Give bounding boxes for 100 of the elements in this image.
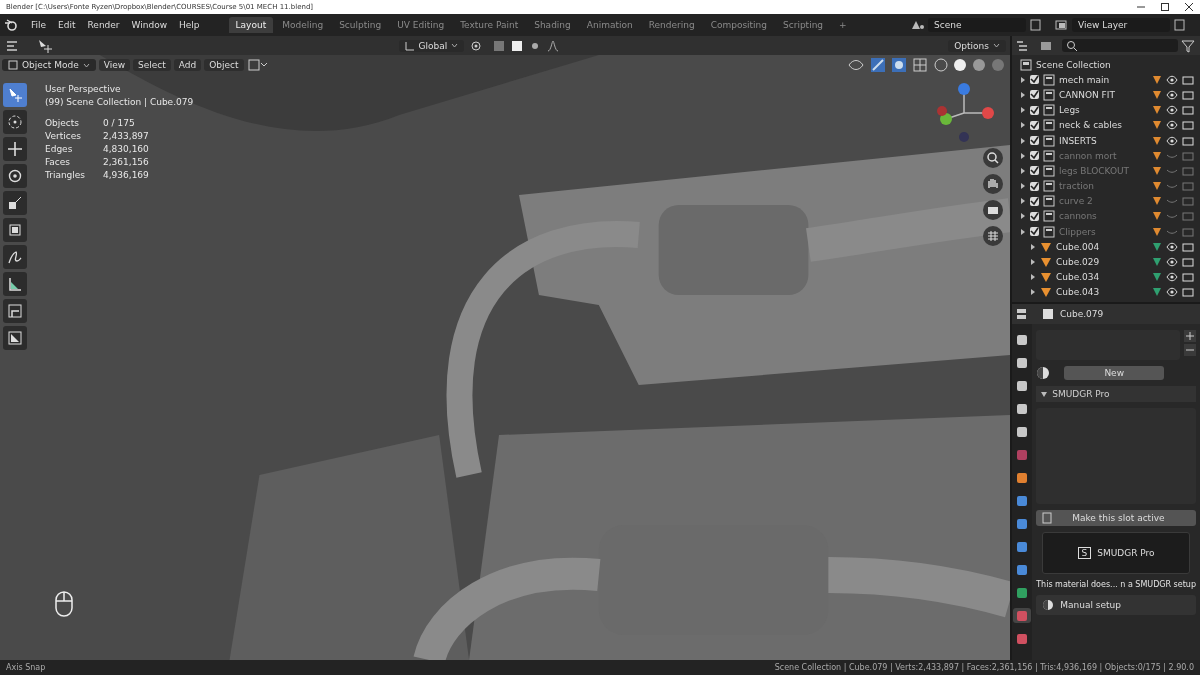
exclude-checkbox[interactable] xyxy=(1030,90,1039,100)
material-icon xyxy=(1042,599,1055,611)
view-layer-field[interactable]: View Layer xyxy=(1072,18,1170,32)
camera-icon[interactable] xyxy=(1182,135,1194,146)
filter-icon[interactable] xyxy=(1180,38,1198,53)
visibility-icon[interactable] xyxy=(1166,287,1178,298)
snap-target-icon[interactable] xyxy=(510,38,525,53)
exclude-checkbox[interactable] xyxy=(1030,227,1039,237)
outliner-item[interactable]: Cube.029 xyxy=(1056,257,1148,268)
material-shading-icon[interactable] xyxy=(971,57,987,73)
select-mode-icon[interactable] xyxy=(246,58,269,72)
visibility-icon[interactable] xyxy=(1166,272,1178,283)
overlay-toggle-icon[interactable] xyxy=(891,57,909,73)
outliner-item[interactable]: CANNON FIT xyxy=(1059,89,1148,100)
outliner-item[interactable]: Cube.004 xyxy=(1056,241,1148,252)
wireframe-shading-icon[interactable] xyxy=(933,57,949,73)
workspace-tab[interactable]: Layout xyxy=(228,17,274,33)
visibility-icon[interactable] xyxy=(1166,120,1178,131)
workspace-tab[interactable]: Rendering xyxy=(641,17,702,33)
outliner-item[interactable]: neck & cables xyxy=(1059,120,1148,131)
workspace-tab[interactable]: Shading xyxy=(527,17,578,33)
workspace-tab[interactable]: Animation xyxy=(579,17,640,33)
rotate-tool-button[interactable] xyxy=(3,164,27,188)
workspace-tab[interactable]: Sculpting xyxy=(332,17,389,33)
workspace-tab[interactable]: Compositing xyxy=(703,17,775,33)
viewport-menu[interactable]: View xyxy=(98,59,131,71)
outliner-item[interactable]: Cube.034 xyxy=(1056,272,1148,283)
camera-icon[interactable] xyxy=(1182,241,1194,252)
collapse-arrow-icon[interactable] xyxy=(1040,390,1049,398)
exclude-checkbox[interactable] xyxy=(1030,120,1039,130)
move-tool-icon[interactable] xyxy=(36,37,54,54)
manual-setup-button[interactable]: Manual setup xyxy=(1036,595,1196,615)
outliner-item[interactable]: mech main xyxy=(1059,74,1148,85)
outliner-item[interactable]: Legs xyxy=(1059,105,1148,116)
search-field[interactable] xyxy=(1062,39,1178,52)
workspace-tab[interactable]: Modeling xyxy=(275,17,331,33)
menu-item[interactable]: Help xyxy=(174,18,205,32)
options-dropdown[interactable]: Options xyxy=(948,39,1006,52)
camera-icon[interactable] xyxy=(1182,74,1194,85)
menu-item[interactable]: Window xyxy=(126,18,173,32)
menu-item[interactable]: Edit xyxy=(53,18,81,32)
new-material-button[interactable]: New xyxy=(1064,366,1165,380)
visibility-icon[interactable] xyxy=(1166,74,1178,85)
copy-icon[interactable] xyxy=(1028,18,1044,32)
viewport-menu[interactable]: Object xyxy=(204,59,244,71)
xray-icon[interactable] xyxy=(912,57,930,73)
falloff-icon[interactable] xyxy=(546,38,561,53)
camera-icon[interactable] xyxy=(1182,89,1194,100)
cursor-tool-button[interactable] xyxy=(3,110,27,134)
visibility-icon[interactable] xyxy=(1166,257,1178,268)
remove-slot-button[interactable] xyxy=(1184,344,1196,356)
scene-field[interactable]: Scene xyxy=(928,18,1026,32)
exclude-checkbox[interactable] xyxy=(1030,196,1039,206)
scene-collection-label[interactable]: Scene Collection xyxy=(1036,59,1194,70)
visibility-icon[interactable] xyxy=(1166,241,1178,252)
add-slot-button[interactable] xyxy=(1184,330,1196,342)
orientation-dropdown[interactable]: Global xyxy=(398,39,465,52)
zoom-icon[interactable] xyxy=(982,147,1004,169)
exclude-checkbox[interactable] xyxy=(1030,136,1039,146)
gizmo-toggle-icon[interactable] xyxy=(870,57,888,73)
transform-tool-button[interactable] xyxy=(3,218,27,242)
annotate-tool-button[interactable] xyxy=(3,245,27,269)
exclude-checkbox[interactable] xyxy=(1030,211,1039,221)
scene-icon[interactable] xyxy=(910,19,926,31)
view-layer-icon[interactable] xyxy=(1054,19,1070,31)
maximize-icon[interactable] xyxy=(1160,2,1170,12)
move-tool-button[interactable] xyxy=(3,137,27,161)
mode-dropdown[interactable]: Object Mode xyxy=(2,59,96,71)
measure-tool-button[interactable] xyxy=(3,272,27,296)
visibility-icon[interactable] xyxy=(1166,135,1178,146)
outliner-item[interactable]: INSERTS xyxy=(1059,135,1148,146)
visibility-icon[interactable] xyxy=(1166,105,1178,116)
exclude-checkbox[interactable] xyxy=(1030,166,1039,176)
menu-item[interactable]: File xyxy=(26,18,52,32)
viewport-menu[interactable]: Select xyxy=(133,59,171,71)
menu-item[interactable]: Render xyxy=(82,18,125,32)
workspace-tab[interactable]: Texture Paint xyxy=(453,17,526,33)
outliner-item[interactable]: Cube.043 xyxy=(1056,287,1148,298)
workspace-tab[interactable]: UV Editing xyxy=(390,17,452,33)
scale-tool-button[interactable] xyxy=(3,191,27,215)
exclude-checkbox[interactable] xyxy=(1030,105,1039,115)
exclude-checkbox[interactable] xyxy=(1030,151,1039,161)
exclude-checkbox[interactable] xyxy=(1030,181,1039,191)
grid-icon[interactable] xyxy=(982,225,1004,247)
image-tool-button[interactable] xyxy=(3,326,27,350)
shear-tool-button[interactable] xyxy=(3,299,27,323)
blender-logo-icon[interactable] xyxy=(4,19,18,31)
select-tool-button[interactable] xyxy=(3,83,27,107)
hand-icon[interactable] xyxy=(982,173,1004,195)
visibility-icon[interactable] xyxy=(1166,89,1178,100)
smudgr-pro-button[interactable]: S SMUDGR Pro xyxy=(1042,532,1190,574)
workspace-tab[interactable]: Scripting xyxy=(776,17,831,33)
solid-shading-icon[interactable] xyxy=(952,57,968,73)
make-slot-active-button[interactable]: Make this slot active xyxy=(1036,510,1196,526)
close-icon[interactable] xyxy=(1184,2,1194,12)
copy-icon[interactable] xyxy=(1172,18,1188,32)
viewport-menu[interactable]: Add xyxy=(173,59,202,71)
camera-icon[interactable] xyxy=(982,199,1004,221)
exclude-checkbox[interactable] xyxy=(1030,75,1039,85)
add-workspace-button[interactable]: + xyxy=(832,17,854,33)
